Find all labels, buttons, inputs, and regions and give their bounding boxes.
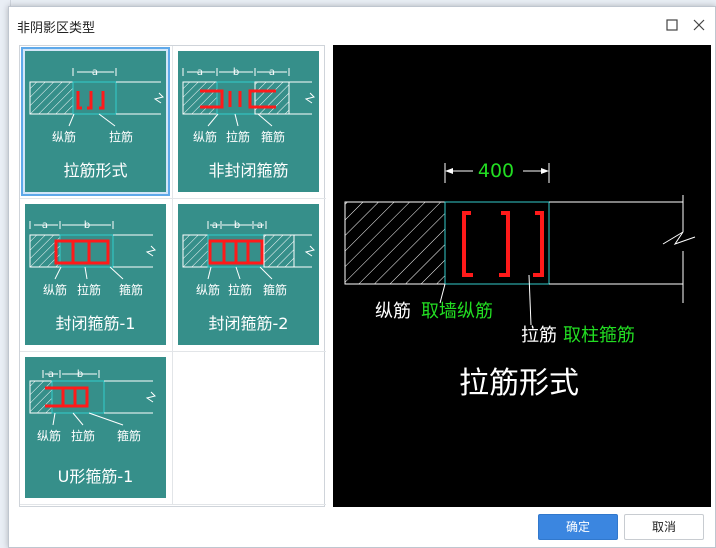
option-closed-stirrup-1[interactable]: a b 纵筋 拉筋 箍筋 封闭箍筋-1 [20,199,173,352]
svg-text:纵筋: 纵筋 [37,428,61,443]
option-closed-stirrup-2-thumbnail[interactable]: a b a 纵筋 拉筋 箍筋 封闭箍筋-2 [178,204,319,345]
svg-text:a: a [197,67,203,78]
svg-text:b: b [84,220,90,231]
option-caption: 非封闭箍筋 [208,161,289,180]
preview-caption: 拉筋形式 [459,366,579,401]
option-closed-stirrup-2[interactable]: a b a 纵筋 拉筋 箍筋 封闭箍筋-2 [173,199,326,352]
dim-label: a [92,67,98,78]
option-tie-bar-thumbnail[interactable]: a 纵筋 拉筋 拉筋形式 [25,51,166,192]
dialog-title: 非阴影区类型 [17,21,96,36]
svg-text:a: a [212,220,218,231]
option-caption: 封闭箍筋-1 [55,314,136,333]
preview-pane: 400 纵筋 取墙纵筋 拉筋 取柱箍筋 拉筋形式 [333,45,711,507]
option-open-stirrup[interactable]: a b a 纵筋 拉筋 箍筋 非封闭箍筋 [173,46,326,199]
close-button[interactable] [688,14,710,36]
option-closed-stirrup-1-thumbnail[interactable]: a b 纵筋 拉筋 箍筋 封闭箍筋-1 [25,204,166,345]
svg-text:纵筋: 纵筋 [196,282,220,297]
svg-text:拉筋: 拉筋 [226,129,250,144]
label-tie: 拉筋 [109,129,133,144]
preview-diagram: 400 纵筋 取墙纵筋 拉筋 取柱箍筋 拉筋形式 [344,160,696,401]
svg-text:箍筋: 箍筋 [119,282,143,297]
svg-text:纵筋: 纵筋 [43,282,67,297]
svg-text:a: a [257,220,263,231]
option-open-stirrup-thumbnail[interactable]: a b a 纵筋 拉筋 箍筋 非封闭箍筋 [178,51,319,192]
preview-dimension: 400 [478,160,514,182]
svg-text:箍筋: 箍筋 [117,428,141,443]
option-caption: U形箍筋-1 [57,467,134,486]
svg-text:b: b [234,220,240,231]
label-longitudinal: 纵筋 [52,129,76,144]
dialog-window: 非阴影区类型 a 纵筋 拉筋 拉筋形式 a b a 纵筋 拉筋 箍筋 非封闭箍筋… [8,6,716,548]
svg-text:拉筋: 拉筋 [228,282,252,297]
svg-text:a: a [269,67,275,78]
svg-text:b: b [77,369,83,380]
option-caption: 拉筋形式 [63,161,128,180]
option-tie-bar[interactable]: a 纵筋 拉筋 拉筋形式 [20,46,173,199]
svg-text:b: b [233,67,239,78]
svg-text:纵筋: 纵筋 [193,129,217,144]
option-caption: 封闭箍筋-2 [208,314,289,333]
option-u-stirrup-1[interactable]: a b 纵筋 拉筋 箍筋 U形箍筋-1 [20,352,173,505]
maximize-button[interactable] [661,14,683,36]
ok-button[interactable]: 确定 [538,514,618,540]
dialog-titlebar[interactable]: 非阴影区类型 [9,7,715,43]
maximize-icon [666,19,678,31]
preview-label-tie: 拉筋 [521,325,557,346]
cancel-button[interactable]: 取消 [624,514,704,540]
svg-text:a: a [48,369,54,380]
empty-cell [173,352,326,505]
option-u-stirrup-1-thumbnail[interactable]: a b 纵筋 拉筋 箍筋 U形箍筋-1 [25,357,166,498]
svg-text:a: a [42,220,48,231]
preview-label-longitudinal: 纵筋 [375,301,411,322]
svg-text:箍筋: 箍筋 [261,129,285,144]
preview-value-tie: 取柱箍筋 [563,325,635,346]
svg-text:拉筋: 拉筋 [77,282,101,297]
preview-value-longitudinal: 取墙纵筋 [421,301,493,322]
option-grid: a 纵筋 拉筋 拉筋形式 a b a 纵筋 拉筋 箍筋 非封闭箍筋 a b 纵筋… [19,45,326,507]
svg-text:箍筋: 箍筋 [263,282,287,297]
svg-text:拉筋: 拉筋 [71,428,95,443]
close-icon [693,19,705,31]
